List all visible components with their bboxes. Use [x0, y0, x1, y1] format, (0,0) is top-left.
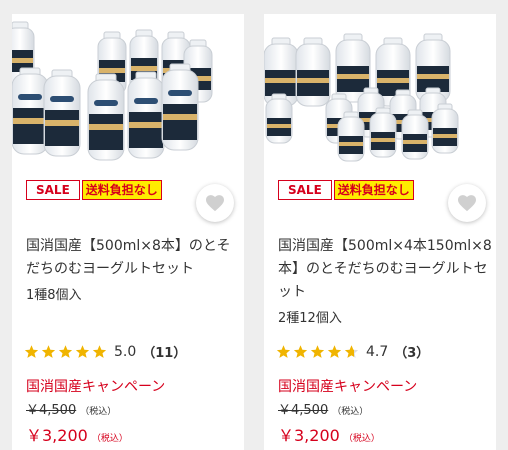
product-name[interactable]: 国消国産【500ml×8本】のとそだちのむヨーグルトセット — [26, 235, 240, 281]
star-icon — [58, 345, 73, 358]
sale-badge: SALE — [26, 180, 80, 200]
badge-group: SALE 送料負担なし — [26, 180, 162, 200]
rating-score: 4.7 — [366, 343, 389, 360]
star-icon — [293, 345, 308, 358]
star-rating — [24, 344, 107, 359]
campaign-label: 国消国産キャンペーン — [26, 379, 166, 395]
product-image[interactable] — [12, 14, 244, 184]
star-rating — [276, 344, 359, 359]
free-shipping-badge: 送料負担なし — [333, 180, 414, 200]
original-price-value: ￥4,500 — [278, 403, 329, 418]
rating-score: 5.0 — [114, 343, 137, 360]
tax-label: （税込） — [80, 407, 117, 417]
star-icon — [92, 345, 107, 358]
sale-badge: SALE — [278, 180, 332, 200]
badge-group: SALE 送料負担なし — [278, 180, 414, 200]
campaign-label: 国消国産キャンペーン — [278, 379, 418, 395]
product-card[interactable]: SALE 送料負担なし 国消国産【500ml×4本150ml×8本】のとそだちの… — [264, 14, 496, 450]
sale-price: ￥3,200 （税込） — [26, 422, 128, 446]
product-count: 1種8個入 — [26, 288, 82, 303]
sale-price: ￥3,200 （税込） — [278, 422, 380, 446]
review-count[interactable]: （11） — [142, 342, 186, 361]
rating: 5.0 （11） — [24, 342, 186, 361]
original-price: ￥4,500 （税込） — [26, 399, 116, 418]
product-card[interactable]: SALE 送料負担なし 国消国産【500ml×8本】のとそだちのむヨーグルトセッ… — [12, 14, 244, 450]
sale-price-value: ￥3,200 — [278, 426, 340, 445]
favorite-button[interactable] — [448, 184, 486, 222]
original-price: ￥4,500 （税込） — [278, 399, 368, 418]
heart-icon — [206, 195, 224, 212]
star-icon — [344, 345, 359, 358]
product-count: 2種12個入 — [278, 311, 342, 326]
heart-icon — [458, 195, 476, 212]
star-icon — [327, 345, 342, 358]
rating: 4.7 （3） — [276, 342, 429, 361]
star-icon — [24, 345, 39, 358]
original-price-value: ￥4,500 — [26, 403, 77, 418]
favorite-button[interactable] — [196, 184, 234, 222]
free-shipping-badge: 送料負担なし — [81, 180, 162, 200]
product-name[interactable]: 国消国産【500ml×4本150ml×8本】のとそだちのむヨーグルトセット — [278, 235, 492, 304]
star-icon — [41, 345, 56, 358]
yogurt-bottles-image — [264, 33, 459, 162]
star-icon — [75, 345, 90, 358]
tax-label: （税込） — [332, 407, 369, 417]
review-count[interactable]: （3） — [394, 342, 429, 361]
product-image[interactable] — [264, 14, 496, 184]
star-icon — [276, 345, 291, 358]
star-icon — [310, 345, 325, 358]
sale-price-value: ￥3,200 — [26, 426, 88, 445]
yogurt-bottles-image — [12, 21, 213, 161]
tax-label: （税込） — [343, 434, 380, 444]
tax-label: （税込） — [91, 434, 128, 444]
